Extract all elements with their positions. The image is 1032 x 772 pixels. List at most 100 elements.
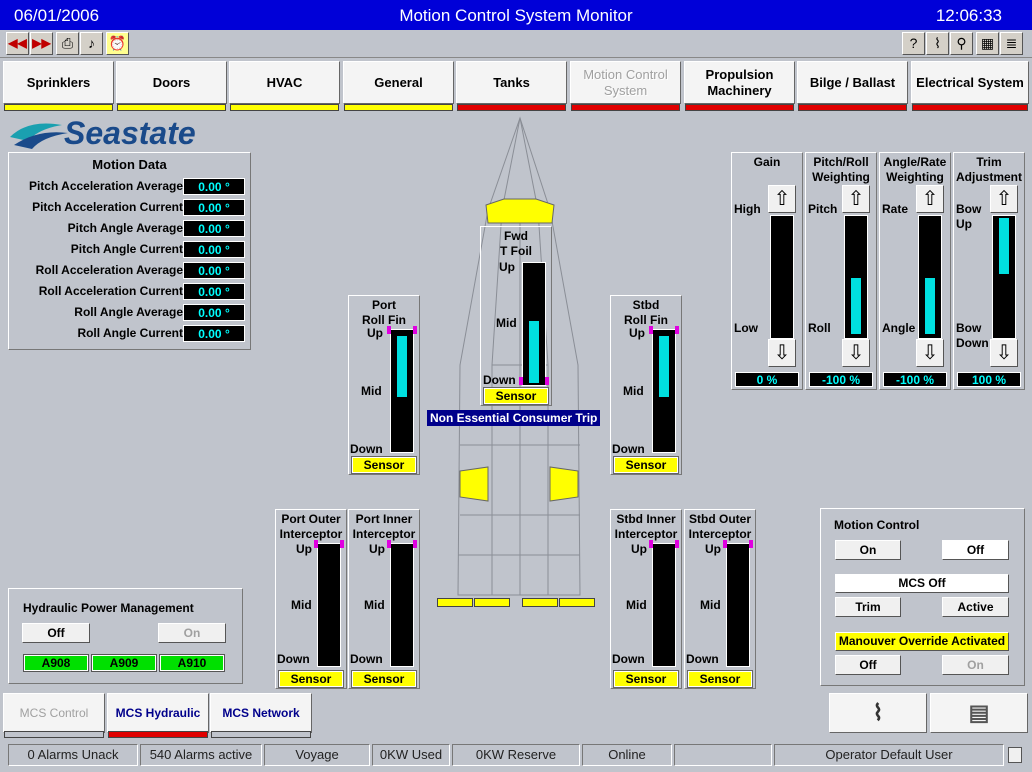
stbd-inner-interceptor-sensor-button[interactable]: Sensor [613,670,679,688]
nav-status-bar [571,104,680,111]
fwd-tfoil-fill [529,321,539,383]
mid-label: Mid [623,384,644,398]
fast-forward-icon[interactable]: ▶▶ [30,32,53,55]
motion-data-label: Pitch Acceleration Current [32,200,183,214]
status-cell: Operator Default User [774,744,1004,766]
arrow-down-icon[interactable]: ⇩ [916,339,944,367]
motion-data-row: Pitch Angle Average 0.00 ° [11,219,251,238]
hydraulic-on-button[interactable]: On [158,623,226,643]
port-inner-interceptor-panel: Port Inner Interceptor Up Mid Down Sensor [348,509,420,689]
pitch-roll-weighting-value: -100 % [809,372,873,387]
tab-mcs-hydraulic[interactable]: MCS Hydraulic [107,693,209,733]
motion-data-value: 0.00 ° [183,199,245,216]
up-label: Up [369,542,385,556]
status-cell: Voyage [264,744,370,766]
status-bar: 0 Alarms Unack 540 Alarms active Voyage 0KW… [0,742,1032,772]
override-off-button[interactable]: Off [835,655,901,675]
rewind-icon[interactable]: ◀◀ [6,32,29,55]
alarm-a908[interactable]: A908 [23,654,89,672]
report-icon[interactable]: ▤ [930,693,1028,733]
stbd-outer-interceptor-gauge [723,540,753,667]
tab-mcs-control[interactable]: MCS Control [3,693,105,733]
port-roll-fin-sensor-button[interactable]: Sensor [351,456,417,474]
music-note-icon[interactable]: ♪ [80,32,103,55]
nav-general[interactable]: General [343,61,454,104]
motion-control-on-button[interactable]: On [835,540,901,560]
stbd-outer-interceptor-sensor-button[interactable]: Sensor [687,670,753,688]
mid-label: Mid [496,316,517,330]
gain-bottom-label: Low [734,321,758,335]
hydraulic-title: Hydraulic Power Management [23,601,194,615]
tab-status-bar [211,731,311,738]
mid-label: Mid [361,384,382,398]
nav-status-bar [4,104,113,111]
nav-sprinklers[interactable]: Sprinklers [3,61,114,104]
arrow-down-icon[interactable]: ⇩ [842,339,870,367]
nav-hvac[interactable]: HVAC [229,61,340,104]
nav-tanks[interactable]: Tanks [456,61,567,104]
nav-electrical-system[interactable]: Electrical System [911,61,1029,104]
date: 06/01/2006 [14,6,100,25]
fwd-tfoil-sensor-button[interactable]: Sensor [483,387,549,405]
stbd-inner-interceptor-gauge [649,540,679,667]
port-outer-interceptor-panel: Port Outer Interceptor Up Mid Down Sensor [275,509,347,689]
down-label: Down [350,442,383,456]
status-cell: Online [582,744,672,766]
trim-adjustment-value: 100 % [957,372,1021,387]
magnifier-icon[interactable]: ⚲ [950,32,973,55]
toolbar: ◀◀ ▶▶ ⎙ ♪ ⏰ ? ⌇ ⚲ ▦ ≣ [0,30,1032,58]
limit-marker [519,377,523,385]
down-label: Down [612,652,645,666]
arrow-up-icon[interactable]: ⇧ [842,185,870,213]
nav-motion-control-system[interactable]: Motion Control System [570,61,681,104]
port-outer-interceptor-gauge [314,540,344,667]
alarm-clock-icon[interactable]: ⏰ [106,32,129,55]
arrow-up-icon[interactable]: ⇧ [916,185,944,213]
nav-bilge-ballast[interactable]: Bilge / Ballast [797,61,908,104]
nav-status-bar [230,104,339,111]
up-label: Up [629,326,645,340]
stbd-roll-fin-sensor-button[interactable]: Sensor [613,456,679,474]
help-icon[interactable]: ? [902,32,925,55]
trip-message: Non Essential Consumer Trip [427,410,601,426]
gain-value: 0 % [735,372,799,387]
arrow-down-icon[interactable]: ⇩ [768,339,796,367]
motion-data-value: 0.00 ° [183,178,245,195]
down-label: Down [483,373,516,387]
printer-icon[interactable]: ⎙ [56,32,79,55]
alarm-a909[interactable]: A909 [91,654,157,672]
limit-marker [314,540,318,548]
nav-doors[interactable]: Doors [116,61,227,104]
calculator-icon[interactable]: ▦ [976,32,999,55]
nav-status-bar [798,104,907,111]
hydraulic-off-button[interactable]: Off [22,623,90,643]
active-button[interactable]: Active [942,597,1009,617]
tab-mcs-network[interactable]: MCS Network [210,693,312,733]
port-inner-interceptor-sensor-button[interactable]: Sensor [351,670,417,688]
pitch-roll-weighting-bottom-label: Roll [808,321,831,335]
clock: 12:06:33 [935,6,1002,25]
trend-chart-icon[interactable]: ⌇ [829,693,927,733]
motion-control-off-button[interactable]: Off [942,540,1009,560]
motion-data-row: Roll Acceleration Average 0.00 ° [11,261,251,280]
resize-grip-icon[interactable] [1008,747,1022,763]
limit-marker [675,326,679,334]
alarm-a910[interactable]: A910 [159,654,225,672]
arrow-up-icon[interactable]: ⇧ [990,185,1018,213]
nav-propulsion-machinery[interactable]: Propulsion Machinery [684,61,795,104]
notepad-icon[interactable]: ≣ [1000,32,1023,55]
chart-icon[interactable]: ⌇ [926,32,949,55]
trim-adjustment-title: Trim Adjustment [956,155,1022,184]
arrow-up-icon[interactable]: ⇧ [768,185,796,213]
stbd-roll-fin-panel: Stbd Roll Fin Up Mid Down Sensor [610,295,682,475]
port-roll-fin-panel: Port Roll Fin Up Mid Down Sensor [348,295,420,475]
override-on-button[interactable]: On [942,655,1009,675]
port-outer-interceptor-sensor-button[interactable]: Sensor [278,670,344,688]
trim-button[interactable]: Trim [835,597,901,617]
stbd-outer-interceptor-panel: Stbd Outer Interceptor Up Mid Down Sensor [684,509,756,689]
arrow-down-icon[interactable]: ⇩ [990,339,1018,367]
motion-control-panel: Motion Control On Off MCS Off Trim Activ… [820,508,1025,686]
motion-data-value: 0.00 ° [183,220,245,237]
limit-marker [649,326,653,334]
nav-status-bar [685,104,794,111]
